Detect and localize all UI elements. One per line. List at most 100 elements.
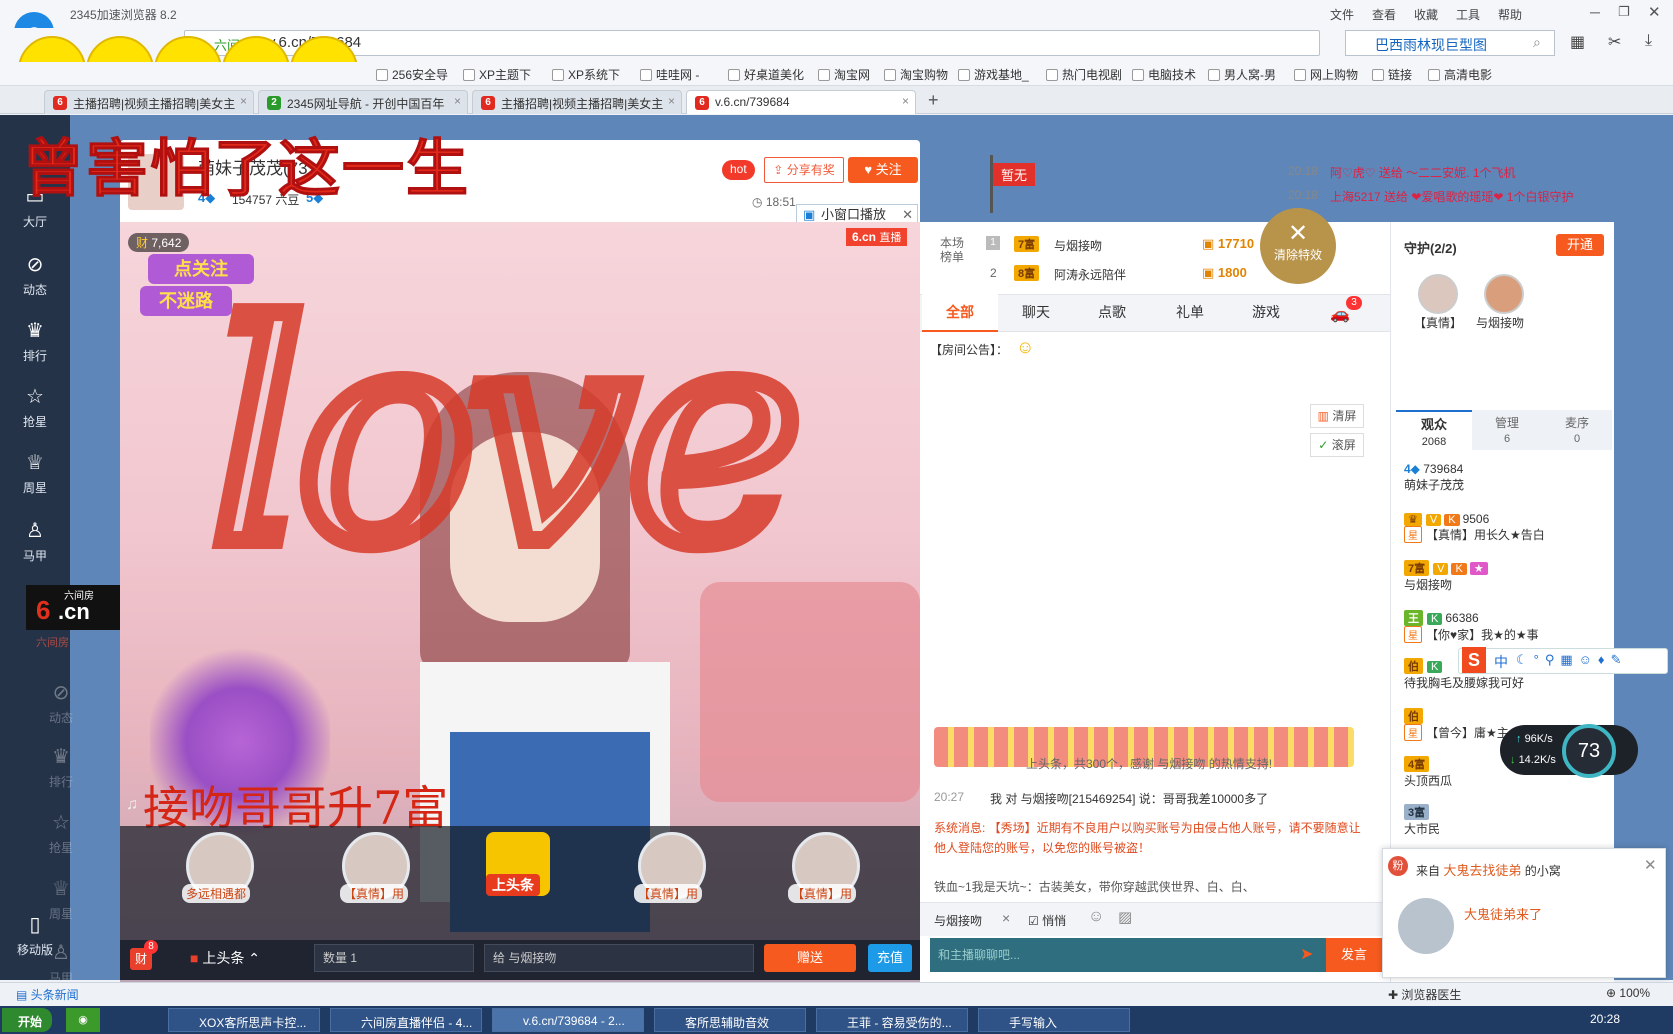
grid-icon[interactable]: ▦: [1570, 32, 1585, 52]
nav-vest[interactable]: ♙ 马甲: [0, 518, 70, 564]
search-icon[interactable]: ⌕: [1533, 34, 1541, 51]
task-item[interactable]: 客所思辅助音效: [654, 1008, 806, 1032]
follow-button[interactable]: ♥ 关注: [848, 157, 918, 183]
menu-favorites[interactable]: 收藏: [1414, 6, 1438, 23]
close-icon[interactable]: ✕: [1648, 3, 1661, 21]
task-item-active[interactable]: v.6.cn/739684 - 2...: [492, 1008, 644, 1032]
level-badge: 3富: [1404, 804, 1430, 820]
bookmark-item[interactable]: XP系统下: [552, 66, 620, 83]
scissors-icon[interactable]: ✂: [1608, 32, 1621, 52]
ime-tools-icon[interactable]: ☾°⚲▦☺♦✎: [1516, 652, 1627, 668]
bookmark-item[interactable]: 256安全导: [376, 66, 448, 83]
tab-close-icon[interactable]: ×: [240, 94, 247, 108]
tab-2[interactable]: 2 2345网址导航 - 开创中国百年 ×: [258, 90, 468, 114]
audience-tab-mic[interactable]: 麦序 0: [1542, 414, 1612, 445]
chat-tab-all[interactable]: 全部: [946, 302, 974, 322]
viewer-row[interactable]: 王 K 66386 星【你♥家】我★的★事: [1404, 610, 1604, 643]
menu-tools[interactable]: 工具: [1456, 6, 1480, 23]
scroll-screen-button[interactable]: ✓ 滚屏: [1310, 433, 1364, 457]
close-icon[interactable]: ×: [1002, 910, 1010, 926]
send-chat-button[interactable]: 发言: [1326, 938, 1382, 972]
nav-week-star[interactable]: ♕ 周星: [0, 450, 70, 496]
share-button[interactable]: ⇪ 分享有奖: [764, 157, 844, 183]
bookmark-item[interactable]: XP主题下: [463, 66, 531, 83]
tab-4-active[interactable]: 6 v.6.cn/739684 ×: [686, 90, 916, 114]
chat-tab-song[interactable]: 点歌: [1098, 302, 1126, 322]
audience-tab-viewers[interactable]: 观众 2068: [1396, 414, 1472, 448]
bookmark-item[interactable]: 高清电影: [1428, 66, 1492, 83]
bookmark-item[interactable]: 淘宝网: [818, 66, 870, 83]
viewer-row[interactable]: 7富 V K ★ 与烟接吻: [1404, 560, 1604, 593]
viewer-row[interactable]: ♛ V K 9506 星【真情】用长久★告白: [1404, 512, 1604, 543]
nav-mobile[interactable]: ▯ 移动版: [0, 912, 70, 958]
rank-name[interactable]: 与烟接吻: [1054, 237, 1102, 254]
guard-avatar[interactable]: [1418, 274, 1458, 314]
emoji-icon[interactable]: ☺: [1088, 908, 1104, 926]
clear-screen-button[interactable]: ▥ 清屏: [1310, 404, 1364, 428]
task-item[interactable]: 王菲 - 容易受伤的...: [816, 1008, 968, 1032]
bookmark-item[interactable]: 男人窝-男: [1208, 66, 1276, 83]
start-button[interactable]: 开始: [2, 1008, 52, 1032]
ime-mode[interactable]: 中: [1494, 652, 1508, 672]
viewer-row[interactable]: 4◆ 739684 萌妹子茂茂: [1404, 462, 1604, 493]
task-item[interactable]: 手写输入: [978, 1008, 1130, 1032]
send-gift-button[interactable]: 赠送: [764, 944, 856, 972]
bookmark-item[interactable]: 游戏基地_: [958, 66, 1029, 83]
rank-name[interactable]: 阿涛永远陪伴: [1054, 266, 1126, 283]
clear-effects-button[interactable]: ✕ 清除特效: [1260, 208, 1336, 284]
chat-tab-chat[interactable]: 聊天: [1022, 302, 1050, 322]
new-tab-icon[interactable]: +: [928, 90, 939, 111]
viewer-row[interactable]: 3富 大市民: [1404, 804, 1604, 837]
net-down-speed: ↓ 14.2K/s: [1510, 754, 1556, 766]
tab-close-icon[interactable]: ×: [902, 94, 909, 108]
menu-help[interactable]: 帮助: [1498, 6, 1522, 23]
tab-3[interactable]: 6 主播招聘|视频主播招聘|美女主 ×: [472, 90, 682, 114]
chat-tab-game[interactable]: 游戏: [1252, 302, 1280, 322]
tab-favicon: 6: [481, 96, 495, 110]
recipient-select[interactable]: 给 与烟接吻: [484, 944, 754, 972]
popup-close-icon[interactable]: ✕: [1644, 856, 1657, 874]
guard-avatar[interactable]: [1484, 274, 1524, 314]
bookmark-item[interactable]: 电脑技术: [1132, 66, 1196, 83]
open-guard-button[interactable]: 开通: [1556, 234, 1604, 256]
whisper-checkbox[interactable]: ☑ 悄悄: [1028, 912, 1066, 929]
nav-rank[interactable]: ♛ 排行: [0, 318, 70, 364]
menu-view[interactable]: 查看: [1372, 6, 1396, 23]
zoom-level[interactable]: ⊕ 100%: [1606, 986, 1650, 1000]
tab-1[interactable]: 6 主播招聘|视频主播招聘|美女主 ×: [44, 90, 254, 114]
chat-tab-gift-list[interactable]: 礼单: [1176, 302, 1204, 322]
sogou-icon[interactable]: S: [1462, 647, 1486, 673]
nav-grab-star[interactable]: ☆ 抢星: [0, 384, 70, 430]
quantity-input[interactable]: 数量 1: [314, 944, 474, 972]
recharge-button[interactable]: 充值: [868, 944, 912, 972]
bookmark-item[interactable]: 链接: [1372, 66, 1412, 83]
popup-avatar[interactable]: [1398, 898, 1454, 954]
bookmark-item[interactable]: 淘宝购物: [884, 66, 948, 83]
chat-to-user[interactable]: 与烟接吻: [934, 912, 982, 929]
bookmark-item[interactable]: 哇哇网 -: [640, 66, 699, 83]
news-link[interactable]: ▤ 头条新闻: [16, 986, 79, 1003]
browser-doctor[interactable]: ✚ 浏览器医生: [1388, 986, 1461, 1003]
nav-dynamic[interactable]: ⊘ 动态: [0, 252, 70, 298]
send-arrow-icon[interactable]: ➤: [1300, 944, 1313, 964]
tab-favicon: 6: [695, 96, 709, 110]
bookmark-item[interactable]: 热门电视剧: [1046, 66, 1122, 83]
tab-close-icon[interactable]: ×: [454, 94, 461, 108]
task-item[interactable]: XOX客所思声卡控...: [168, 1008, 320, 1032]
menu-file[interactable]: 文件: [1330, 6, 1354, 23]
tab-close-icon[interactable]: ×: [668, 94, 675, 108]
maximize-icon[interactable]: ❐: [1618, 4, 1630, 20]
bookmark-item[interactable]: 好桌道美化: [728, 66, 804, 83]
headline-select[interactable]: ■ 上头条 ⌃: [190, 948, 260, 968]
iqiyi-icon[interactable]: ◉: [66, 1008, 100, 1032]
search-value[interactable]: 巴西雨林现巨型图: [1375, 35, 1487, 55]
bookmark-item[interactable]: 网上购物: [1294, 66, 1358, 83]
star-icon: ☆: [26, 386, 44, 408]
k-badge: K: [1444, 514, 1460, 526]
chat-tools-bar: [920, 902, 1390, 936]
download-icon[interactable]: ⤓: [1645, 32, 1652, 50]
minimize-icon[interactable]: ─: [1590, 4, 1600, 20]
image-icon[interactable]: ▨: [1118, 908, 1132, 926]
audience-tab-admins[interactable]: 管理 6: [1472, 414, 1542, 445]
task-item[interactable]: 六间房直播伴侣 - 4...: [330, 1008, 482, 1032]
